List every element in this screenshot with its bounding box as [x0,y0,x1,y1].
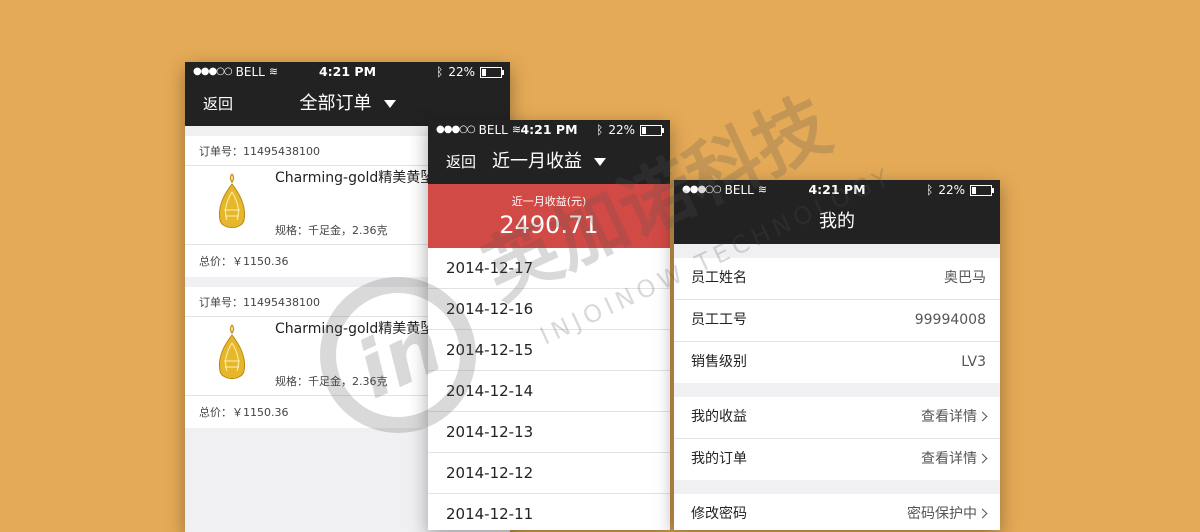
chevron-right-icon [977,453,988,463]
caret-down-icon [383,100,396,108]
change-password-row[interactable]: 修改密码 密码保护中 [674,494,1000,530]
row-label: 员工工号 [691,312,747,328]
pendant-image [218,324,246,379]
row-value: 99994008 [914,312,986,328]
nav-title: 全部订单 [299,93,372,114]
date-row[interactable]: 2014-12-17 [428,248,670,289]
nav-bar: 我的 [674,200,1000,244]
nav-title: 我的 [819,211,855,232]
row-value: 查看详情 [921,409,977,425]
row-action: 查看详情 [921,439,988,480]
date-row[interactable]: 2014-12-15 [428,330,670,371]
status-bar: ●●●○○ BELL ≋ 4:21 PM ᛒ 22% [674,180,1000,200]
row-label: 销售级别 [691,354,747,370]
nav-bar: 返回 近一月收益 [428,140,670,184]
sales-level-row: 销售级别 LV3 [674,342,1000,383]
battery-icon [480,66,504,78]
chevron-right-icon [977,508,988,518]
date-row[interactable]: 2014-12-14 [428,371,670,412]
nav-title: 近一月收益 [492,151,582,172]
row-label: 我的订单 [691,451,747,467]
bluetooth-icon: ᛒ [596,123,604,137]
status-bar: ●●●○○ BELL ≋ 4:21 PM ᛒ 22% [185,62,510,82]
employee-id-row: 员工工号 99994008 [674,300,1000,342]
income-banner: 近一月收益(元) 2490.71 [428,184,670,248]
nav-title-dropdown[interactable]: 近一月收益 [428,140,670,184]
bluetooth-icon: ᛒ [926,183,934,197]
battery-icon [640,124,664,136]
links-group: 我的收益 查看详情 我的订单 查看详情 [674,397,1000,480]
row-value: 密码保护中 [907,506,977,522]
phone-monthly-income: ●●●○○ BELL ≋ 4:21 PM ᛒ 22% 返回 近一月收益 近一月收益(元… [428,120,670,530]
battery-percent: 22% [938,183,965,197]
row-label: 我的收益 [691,409,747,425]
settings-group: 修改密码 密码保护中 [674,494,1000,530]
date-row[interactable]: 2014-12-13 [428,412,670,453]
employee-info-group: 员工姓名 奥巴马 员工工号 99994008 销售级别 LV3 [674,258,1000,383]
row-label: 员工姓名 [691,270,747,286]
my-orders-row[interactable]: 我的订单 查看详情 [674,439,1000,480]
date-row[interactable]: 2014-12-11 [428,494,670,530]
date-list: 2014-12-17 2014-12-16 2014-12-15 2014-12… [428,248,670,530]
row-label: 修改密码 [691,506,747,522]
pendant-image [218,173,246,228]
employee-name-row: 员工姓名 奥巴马 [674,258,1000,300]
bluetooth-icon: ᛒ [436,65,444,79]
status-bar: ●●●○○ BELL ≋ 4:21 PM ᛒ 22% [428,120,670,140]
battery-percent: 22% [608,123,635,137]
chevron-right-icon [977,411,988,421]
income-label: 近一月收益(元) [511,195,587,208]
product-spec: 规格：千足金，2.36克 [275,375,388,388]
income-value: 2490.71 [499,211,599,239]
row-action: 查看详情 [921,397,988,438]
row-value: 奥巴马 [944,270,986,286]
battery-percent: 22% [448,65,475,79]
row-value: LV3 [961,354,986,370]
row-action: 密码保护中 [907,494,988,530]
phone-my-profile: ●●●○○ BELL ≋ 4:21 PM ᛒ 22% 我的 员工姓名 奥巴马 员工工号 9… [674,180,1000,530]
battery-icon [970,184,994,196]
product-spec: 规格：千足金，2.36克 [275,224,388,237]
caret-down-icon [594,158,606,166]
row-value: 查看详情 [921,451,977,467]
date-row[interactable]: 2014-12-12 [428,453,670,494]
my-income-row[interactable]: 我的收益 查看详情 [674,397,1000,439]
date-row[interactable]: 2014-12-16 [428,289,670,330]
